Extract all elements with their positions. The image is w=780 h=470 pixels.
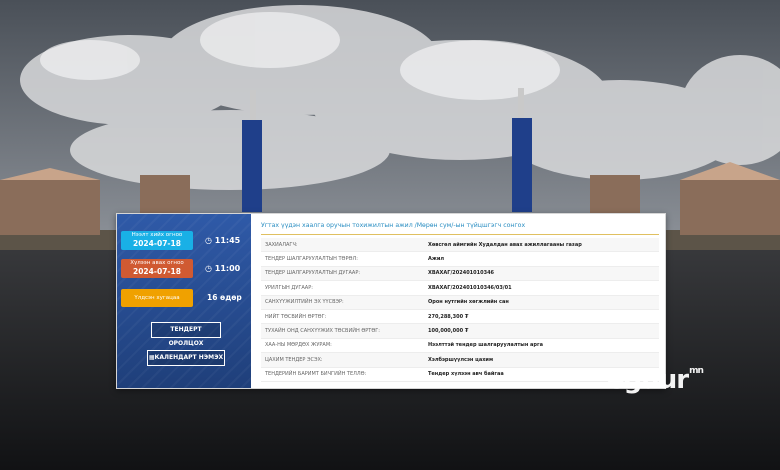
details-table: ЗАХИАЛАГЧ: Хөвсгөл аймгийн Худалдан авах … <box>261 238 659 382</box>
detail-label: ЦАХИМ ТЕНДЕР ЭСЭХ: <box>261 352 424 368</box>
tender-sidebar: Нээлт хийх огноо 2024-07-18 ◷ 11:45 Хүлэ… <box>117 214 251 388</box>
detail-row: ТЕНДЕР ШАЛГАРУУЛАЛТЫН ТӨРӨЛ: Ажил <box>261 251 659 267</box>
detail-value: 100,000,000 ₮ <box>424 323 659 339</box>
detail-value: Хөвсгөл аймгийн Худалдан авах ажиллагаан… <box>424 238 659 253</box>
join-tender-button[interactable]: ТЕНДЕРТ ОРОЛЦОХ <box>151 322 221 347</box>
detail-label: ЗАХИАЛАГЧ: <box>261 238 424 253</box>
detail-row: ТУХАЙН ОНД САНХҮҮЖИХ ТӨСВИЙН ӨРТӨГ: 100,0… <box>261 323 659 339</box>
detail-row: ТЕНДЕРИЙН БАРИМТ БИЧГИЙН ТЕЛЛӨ: Тендер хү… <box>261 367 659 382</box>
detail-row: ЗАХИАЛАГЧ: Хөвсгөл аймгийн Худалдан авах … <box>261 238 659 253</box>
tender-details: Угтах үүдэн хаалга оручын тохижилтын ажи… <box>251 214 665 388</box>
detail-value: Орон нутгийн хөгжлийн сан <box>424 295 659 310</box>
close-date-label: Хүлээн авах огноо <box>130 260 184 266</box>
add-to-calendar-label: КАЛЕНДАРТ НЭМЭХ <box>154 354 224 361</box>
detail-row: ЦАХИМ ТЕНДЕР ЭСЭХ: Хэлбэршүүлсэн цахим <box>261 352 659 368</box>
detail-value: 270,288,300 ₮ <box>424 309 659 325</box>
remaining-pill: Үлдсэн хугацаа <box>121 289 193 307</box>
detail-row: САНХҮҮЖИЛТИЙН ЭХ ҮҮСВЭР: Орон нутгийн хөг… <box>261 295 659 310</box>
remaining-days: 16 өдөр <box>207 293 242 302</box>
clock-icon: ◷ <box>205 264 212 273</box>
detail-row: НИЙТ ТӨСВИЙН ӨРТӨГ: 270,288,300 ₮ <box>261 309 659 325</box>
detail-label: ТЕНДЕРИЙН БАРИМТ БИЧГИЙН ТЕЛЛӨ: <box>261 367 424 382</box>
detail-label: ТЕНДЕР ШАЛГАРУУЛАЛТЫН ДУГААР: <box>261 266 424 282</box>
logo-text: eguur <box>607 365 689 395</box>
detail-label: ТУХАЙН ОНД САНХҮҮЖИХ ТӨСВИЙН ӨРТӨГ: <box>261 323 424 339</box>
logo-suffix: mn <box>689 366 704 376</box>
remaining-label: Үлдсэн хугацаа <box>134 295 180 301</box>
close-time: ◷ 11:00 <box>205 264 240 273</box>
detail-label: НИЙТ ТӨСВИЙН ӨРТӨГ: <box>261 309 424 325</box>
detail-value: Ажил <box>424 251 659 267</box>
detail-label: УРИЛГЫН ДУГААР: <box>261 280 424 296</box>
close-date-value: 2024-07-18 <box>133 267 181 276</box>
eguur-logo: eguurmn <box>607 365 704 395</box>
detail-label: ХАА-НЫ МӨРДӨХ ЖУРАМ: <box>261 338 424 354</box>
open-date-label: Нээлт хийх огноо <box>131 232 183 238</box>
detail-label: ТЕНДЕР ШАЛГАРУУЛАЛТЫН ТӨРӨЛ: <box>261 251 424 267</box>
detail-row: ХАА-НЫ МӨРДӨХ ЖУРАМ: Нээлттэй тендер шалг… <box>261 338 659 354</box>
close-time-value: 11:00 <box>214 264 241 273</box>
detail-value: ХВАХАГ/202401010346/03/01 <box>424 280 659 296</box>
open-date-pill: Нээлт хийх огноо 2024-07-18 <box>121 231 193 250</box>
detail-row: ТЕНДЕР ШАЛГАРУУЛАЛТЫН ДУГААР: ХВАХАГ/2024… <box>261 266 659 282</box>
clock-icon: ◷ <box>205 236 212 245</box>
close-date-pill: Хүлээн авах огноо 2024-07-18 <box>121 259 193 278</box>
tender-card: Нээлт хийх огноо 2024-07-18 ◷ 11:45 Хүлэ… <box>116 213 666 389</box>
detail-label: САНХҮҮЖИЛТИЙН ЭХ ҮҮСВЭР: <box>261 295 424 310</box>
open-time: ◷ 11:45 <box>205 236 240 245</box>
title-divider <box>261 234 659 235</box>
detail-value: Нээлттэй тендер шалгаруулалтын арга <box>424 338 659 354</box>
open-date-value: 2024-07-18 <box>133 239 181 248</box>
tender-title[interactable]: Угтах үүдэн хаалга оручын тохижилтын ажи… <box>261 222 525 229</box>
open-time-value: 11:45 <box>214 236 241 245</box>
detail-value: ХВАХАГ/202401010346 <box>424 266 659 282</box>
detail-row: УРИЛГЫН ДУГААР: ХВАХАГ/202401010346/03/01 <box>261 280 659 296</box>
add-to-calendar-button[interactable]: ▦КАЛЕНДАРТ НЭМЭХ <box>147 350 225 366</box>
